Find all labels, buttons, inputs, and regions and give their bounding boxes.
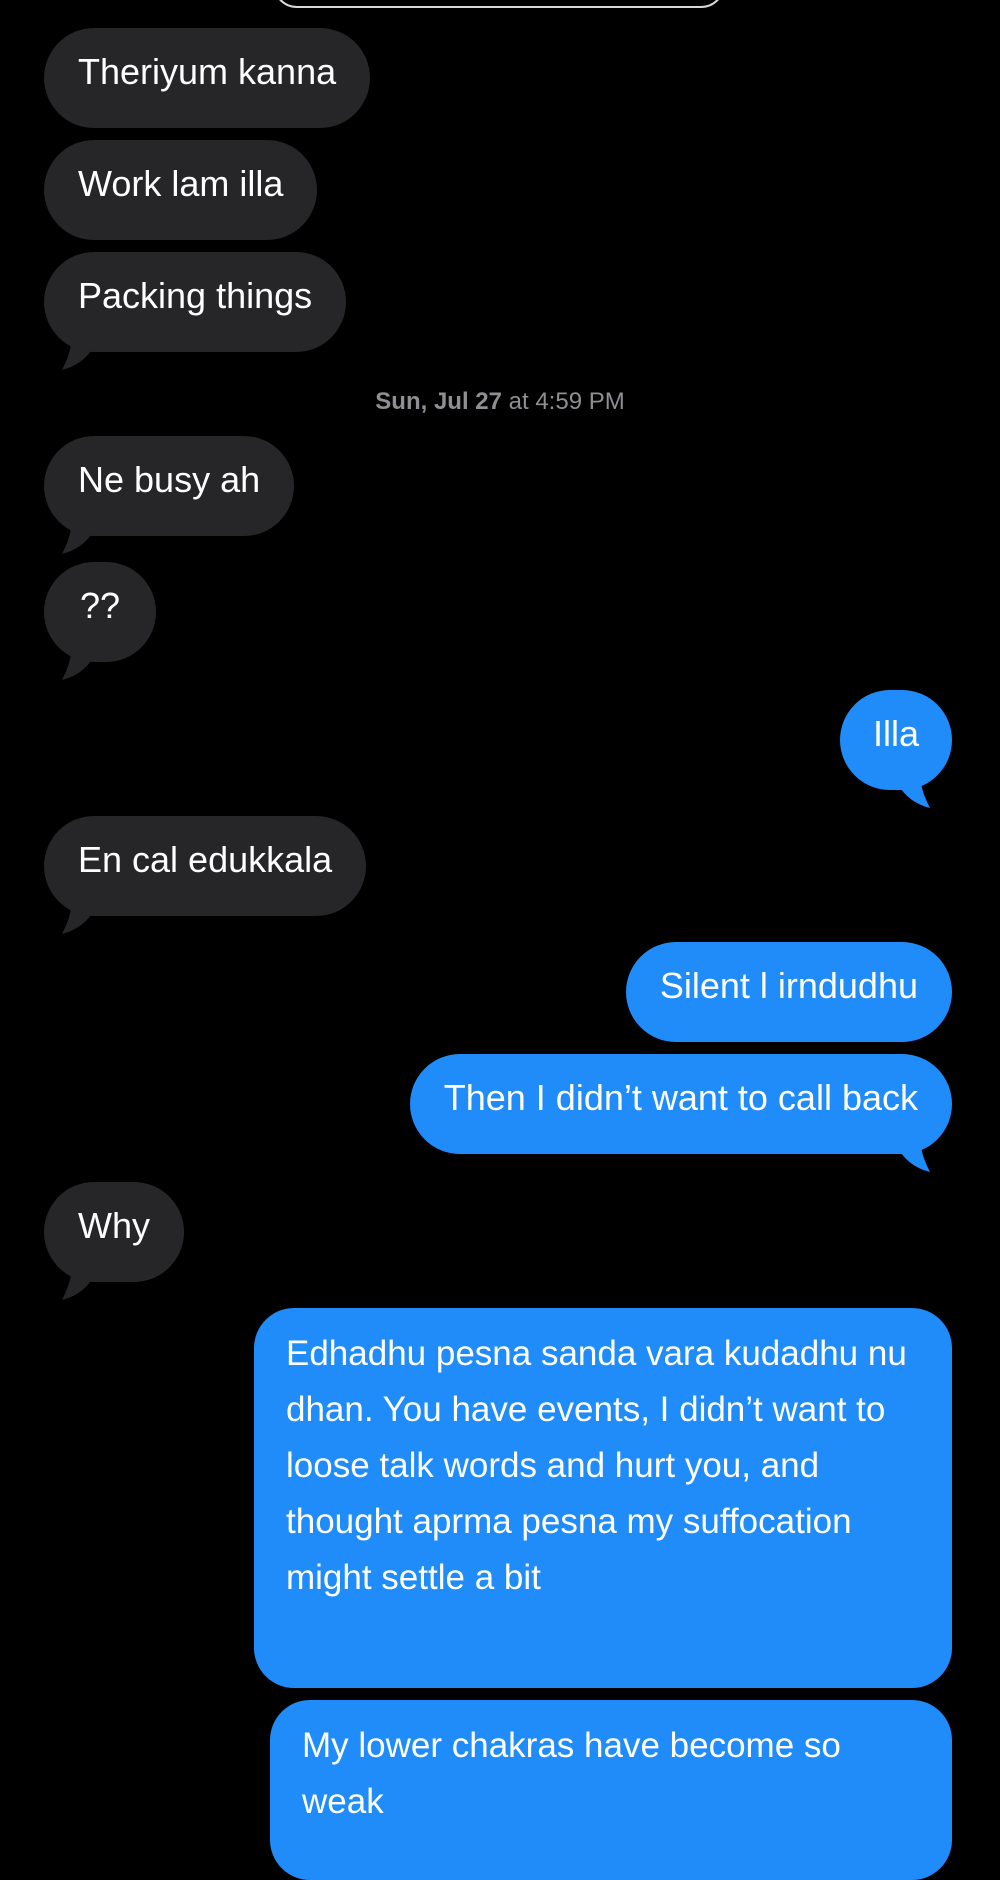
- message-bubble-outgoing[interactable]: Edhadhu pesna sanda vara kudadhu nu dhan…: [254, 1308, 952, 1688]
- bubble-tail-outgoing: [896, 1134, 930, 1172]
- top-pill-outline: [273, 0, 725, 8]
- message-bubble-outgoing[interactable]: My lower chakras have become so weak: [270, 1700, 952, 1880]
- message-bubble-incoming[interactable]: Theriyum kanna: [44, 28, 371, 128]
- bubble-tail-incoming: [62, 1262, 96, 1300]
- bubble-tail-incoming: [62, 642, 96, 680]
- bubble-tail-incoming: [62, 332, 96, 370]
- message-bubble-outgoing[interactable]: Then I didn’t want to call back: [409, 1054, 952, 1154]
- message-bubble-outgoing[interactable]: Silent l irndudhu: [625, 942, 952, 1042]
- bubble-tail-outgoing: [896, 770, 930, 808]
- bubble-tail-incoming: [62, 896, 96, 934]
- conversation-timestamp: Sun, Jul 27 at 4:59 PM: [0, 382, 1000, 422]
- bubble-tail-incoming: [62, 516, 96, 554]
- timestamp-time: at 4:59 PM: [501, 388, 625, 415]
- timestamp-date: Sun, Jul 27: [375, 388, 502, 415]
- message-bubble-incoming[interactable]: Work lam illa: [44, 140, 318, 240]
